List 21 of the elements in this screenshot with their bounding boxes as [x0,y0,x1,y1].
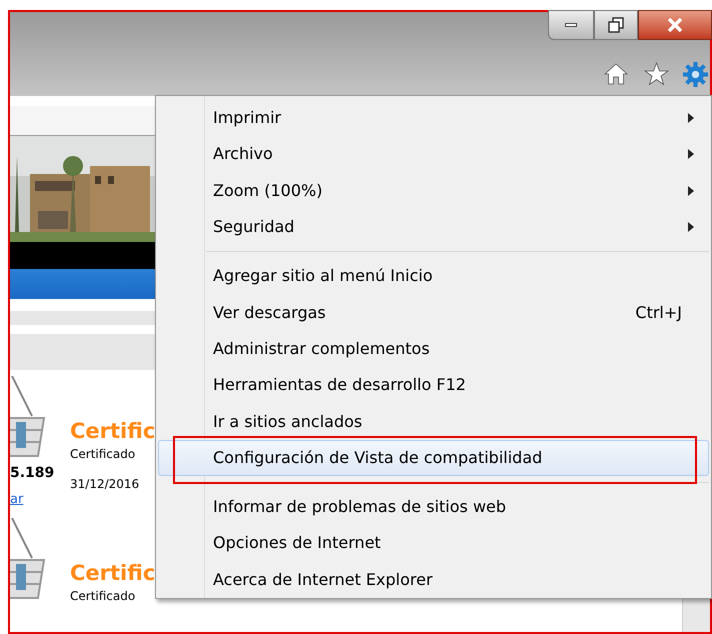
menu-item[interactable]: Opciones de Internet [158,525,709,562]
menu-item[interactable]: Acerca de Internet Explorer [158,562,709,598]
date-text: 31/12/2016 [70,476,140,492]
link[interactable]: ar [10,490,70,510]
menu-item[interactable]: Configuración de Vista de compatibilidad [158,440,709,476]
menu-item[interactable]: Informar de problemas de sitios web [158,488,709,526]
menu-item[interactable]: Administrar complementos [158,330,709,368]
menu-item[interactable]: Zoom (100%) [158,172,709,209]
menu-item[interactable]: Seguridad [158,208,709,246]
card-subtitle: Certificado [70,446,136,462]
card-title: Certific [70,418,156,444]
menu-item[interactable]: Agregar sitio al menú Inicio [158,258,709,294]
shortcut-text: Ctrl+J [635,302,682,324]
card-subtitle: Certificado [70,588,136,604]
menu-item[interactable]: Ir a sitios anclados [158,403,709,440]
menu-item[interactable]: Ver descargas Ctrl+J [158,294,709,331]
menu-item[interactable]: Archivo [158,136,709,173]
price-text: 5.189 [10,464,56,482]
menu-item[interactable]: Herramientas de desarrollo F12 [158,367,709,404]
menu-item[interactable]: Imprimir [158,100,709,136]
card-title: Certific [70,560,156,586]
